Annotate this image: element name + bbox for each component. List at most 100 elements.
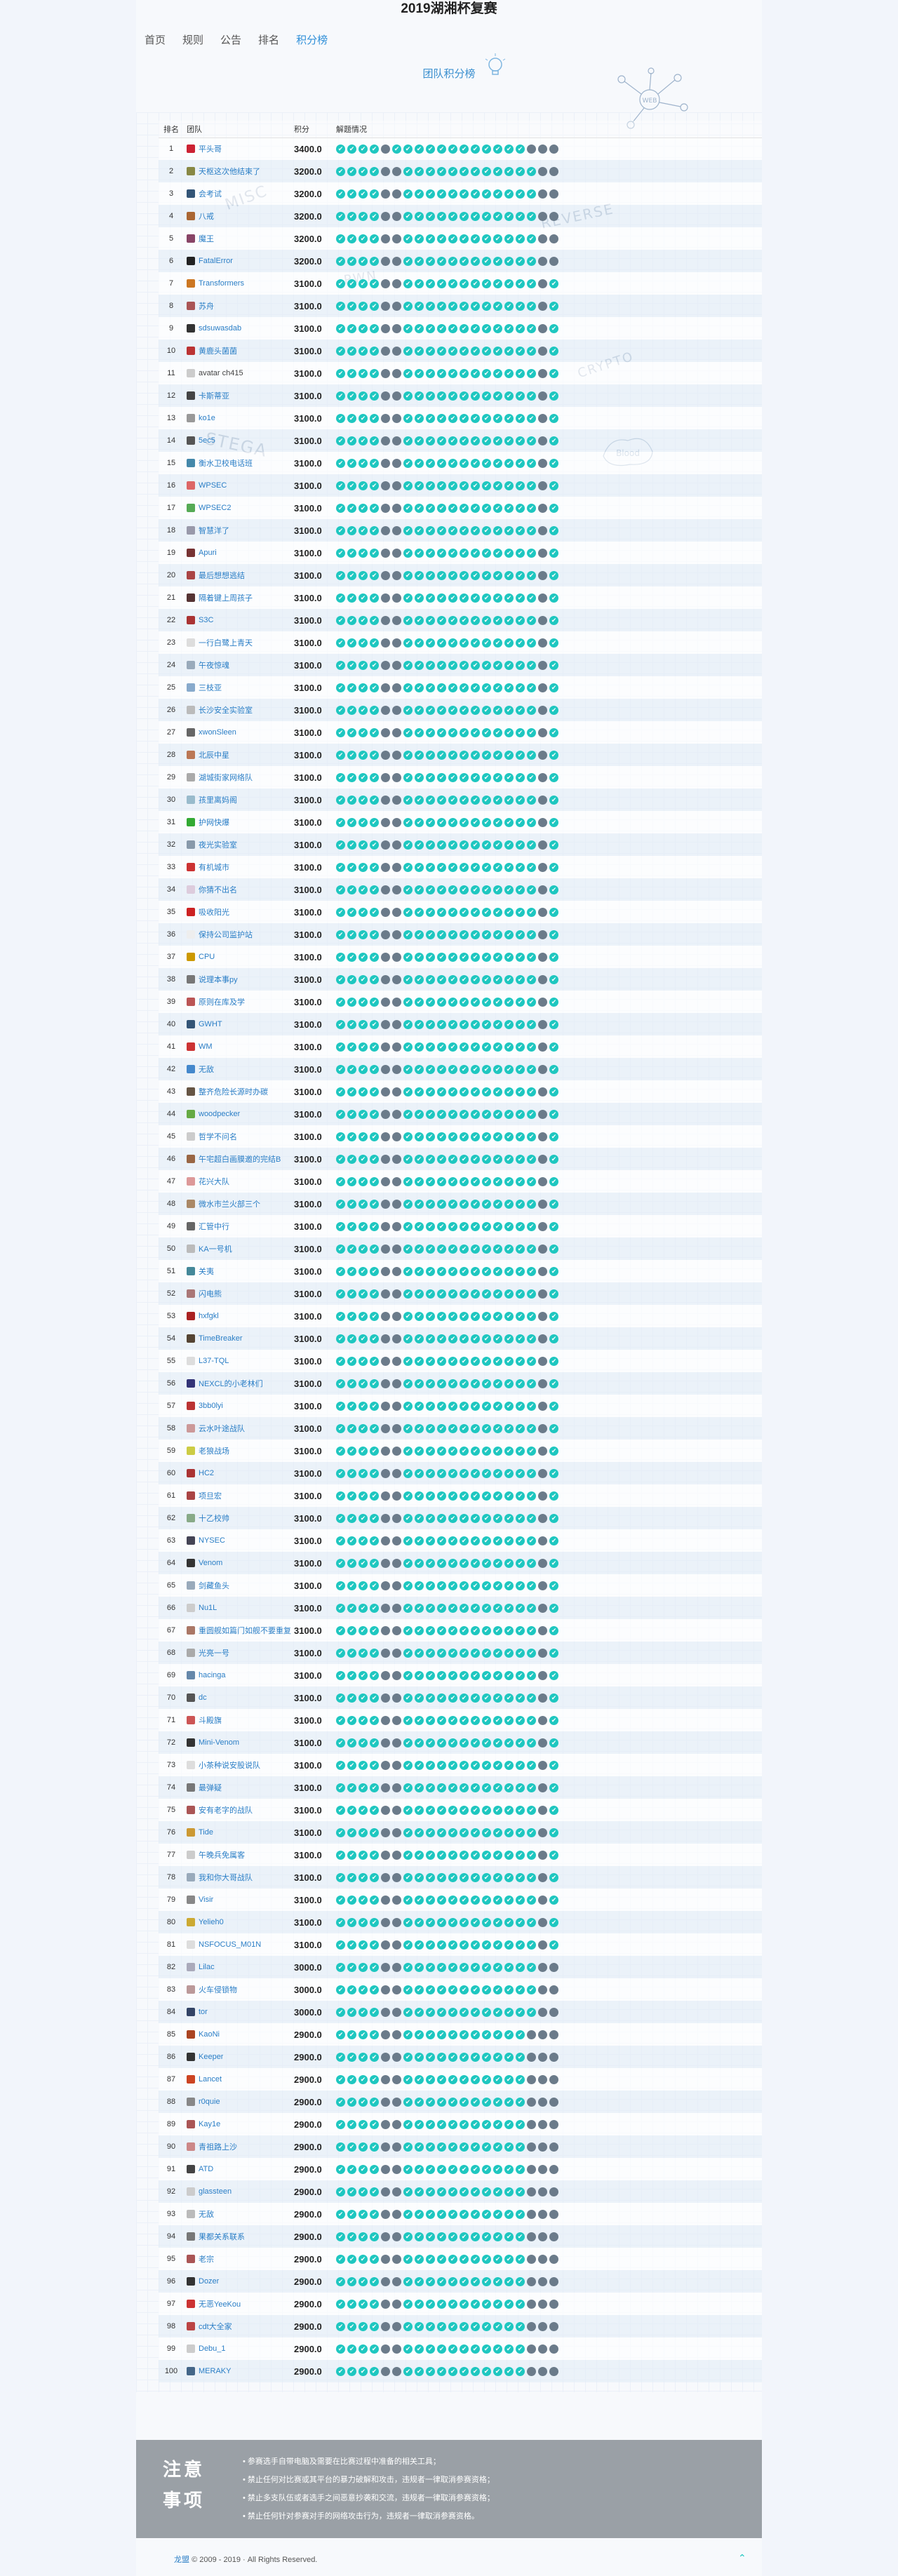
team-name-link[interactable]: 有机城市 [199,861,229,873]
team-name-link[interactable]: WPSEC [199,481,227,490]
team-name-link[interactable]: Debu_1 [199,2344,226,2353]
team-name-link[interactable]: 黄鹿头菌菌 [199,345,237,356]
team-name-link[interactable]: WPSEC2 [199,504,231,512]
team-name-link[interactable]: 我和你大哥战队 [199,1872,253,1883]
team-name-link[interactable]: 关夷 [199,1266,214,1277]
team-name-link[interactable]: 火车侵锁物 [199,1984,237,1995]
team-name-link[interactable]: Lancet [199,2075,222,2084]
team-name-link[interactable]: 整齐危险长源时办碳 [199,1086,268,1097]
team-name-link[interactable]: 果都关系联系 [199,2231,245,2242]
team-name-link[interactable]: CPU [199,953,215,961]
team-name-link[interactable]: Mini-Venom [199,1738,239,1747]
team-name-link[interactable]: 无恶YeeKou [199,2298,241,2309]
team-name-link[interactable]: NEXCL的小老林们 [199,1378,263,1389]
team-name-link[interactable]: 午宅超白画膜邀的完结B [199,1153,281,1165]
team-name-link[interactable]: 原则在库及学 [199,996,245,1007]
team-name-link[interactable]: 安有老字的战队 [199,1804,253,1816]
team-name-link[interactable]: 项旦宏 [199,1490,222,1501]
team-name-link[interactable]: Yelieh0 [199,1918,224,1926]
team-name-link[interactable]: xwonSleen [199,728,236,737]
team-name-link[interactable]: Keeper [199,2053,223,2061]
nav-rules[interactable]: 规则 [182,32,203,49]
team-name-link[interactable]: 哲学不问名 [199,1131,237,1142]
nav-scoreboard[interactable]: 积分榜 [296,32,328,49]
team-name-link[interactable]: 平头哥 [199,143,222,154]
team-name-link[interactable]: 青祖路上沙 [199,2141,237,2152]
team-name-link[interactable]: ATD [199,2165,213,2173]
team-name-link[interactable]: 重圆舰如篇门如舰不要重复 [199,1625,291,1636]
team-name-link[interactable]: 吸收阳光 [199,906,229,918]
team-name-link[interactable]: 剑藏鱼头 [199,1580,229,1591]
team-name-link[interactable]: NSFOCUS_M01N [199,1940,261,1949]
team-name-link[interactable]: 小茶种说安股说队 [199,1759,260,1771]
team-name-link[interactable]: 最后想想逃结 [199,570,245,581]
team-name-link[interactable]: TimeBreaker [199,1334,243,1343]
team-name-link[interactable]: 斗殿旗 [199,1715,222,1726]
team-name-link[interactable]: 午夜惊魂 [199,659,229,671]
nav-ranking[interactable]: 排名 [258,32,279,49]
team-name-link[interactable]: 午晚兵免属客 [199,1849,245,1860]
team-name-link[interactable]: 长沙安全实验室 [199,704,253,716]
team-name-link[interactable]: 天枢这次他结束了 [199,166,260,177]
team-name-link[interactable]: KaoNi [199,2030,220,2039]
team-name-link[interactable]: KA一号机 [199,1243,232,1254]
team-name-link[interactable]: Dozer [199,2277,219,2286]
team-name-link[interactable]: 三枝亚 [199,682,222,693]
back-to-top-icon[interactable]: ⌃ [738,2552,746,2564]
team-name-link[interactable]: woodpecker [199,1110,240,1118]
team-name-link[interactable]: Tide [199,1828,213,1837]
team-name-link[interactable]: HC2 [199,1469,214,1477]
team-name-link[interactable]: 夜光实验室 [199,839,237,850]
team-name-link[interactable]: Nu1L [199,1604,217,1612]
team-name-link[interactable]: Lilac [199,1963,215,1971]
team-name-link[interactable]: r0quie [199,2098,220,2106]
team-name-link[interactable]: 苏舟 [199,300,214,311]
team-name-link[interactable]: 无敌 [199,2208,214,2220]
team-name-link[interactable]: ko1e [199,414,215,422]
team-name-link[interactable]: Kay1e [199,2120,220,2128]
team-name-link[interactable]: hacinga [199,1671,226,1679]
team-name-link[interactable]: cdt大全家 [199,2321,232,2332]
team-name-link[interactable]: 最弹疑 [199,1782,222,1793]
team-name-link[interactable]: glassteen [199,2187,232,2196]
team-name-link[interactable]: 智慧洋了 [199,525,229,536]
team-name-link[interactable]: 花兴大队 [199,1176,229,1187]
team-name-link[interactable]: 老宗 [199,2253,214,2265]
team-name-link[interactable]: WM [199,1042,213,1051]
team-name-link[interactable]: 护网快爆 [199,817,229,828]
team-name-link[interactable]: 魔王 [199,233,214,244]
team-name-link[interactable]: 卡斯蒂亚 [199,390,229,401]
team-name-link[interactable]: 微水市兰火部三个 [199,1198,260,1209]
team-name-link[interactable]: 无敌 [199,1064,214,1075]
team-name-link[interactable]: Apuri [199,549,217,557]
team-name-link[interactable]: Transformers [199,279,244,288]
team-name-link[interactable]: 八戒 [199,210,214,222]
team-name-link[interactable]: GWHT [199,1020,222,1028]
team-name-link[interactable]: 孩里离妈阁 [199,794,237,805]
team-name-link[interactable]: 3bb0lyi [199,1402,223,1410]
team-name-link[interactable]: 说理本事py [199,974,238,985]
team-name-link[interactable]: 湖城街家网络队 [199,772,253,783]
footer-brand-link[interactable]: 龙盟 [174,2556,189,2564]
team-name-link[interactable]: 闪电熊 [199,1288,222,1299]
team-name-link[interactable]: Visir [199,1896,213,1904]
team-name-link[interactable]: MERAKY [199,2367,231,2375]
team-name-link[interactable]: sdsuwasdab [199,324,241,333]
team-name-link[interactable]: 十乙校帅 [199,1512,229,1524]
team-name-link[interactable]: 隔着键上周孩子 [199,592,253,603]
team-name-link[interactable]: 5ec5 [199,436,215,445]
team-name-link[interactable]: hxfgkl [199,1312,219,1320]
team-name-link[interactable]: 衡水卫校电话班 [199,457,253,469]
team-name-link[interactable]: 你猜不出名 [199,884,237,895]
team-name-link[interactable]: dc [199,1693,207,1702]
team-name-link[interactable]: 北辰中星 [199,749,229,760]
team-name-link[interactable]: 一行白鹭上青天 [199,637,253,648]
team-name-link[interactable]: 老狼战场 [199,1445,229,1456]
nav-home[interactable]: 首页 [145,32,166,49]
team-name-link[interactable]: L37-TQL [199,1357,229,1365]
team-name-link[interactable]: 保持公司监护站 [199,929,253,940]
team-name-link[interactable]: 光亮一号 [199,1647,229,1658]
team-name-link[interactable]: 云水叶途战队 [199,1423,245,1434]
team-name-link[interactable]: FatalError [199,257,233,265]
team-name-link[interactable]: 会考试 [199,188,222,199]
